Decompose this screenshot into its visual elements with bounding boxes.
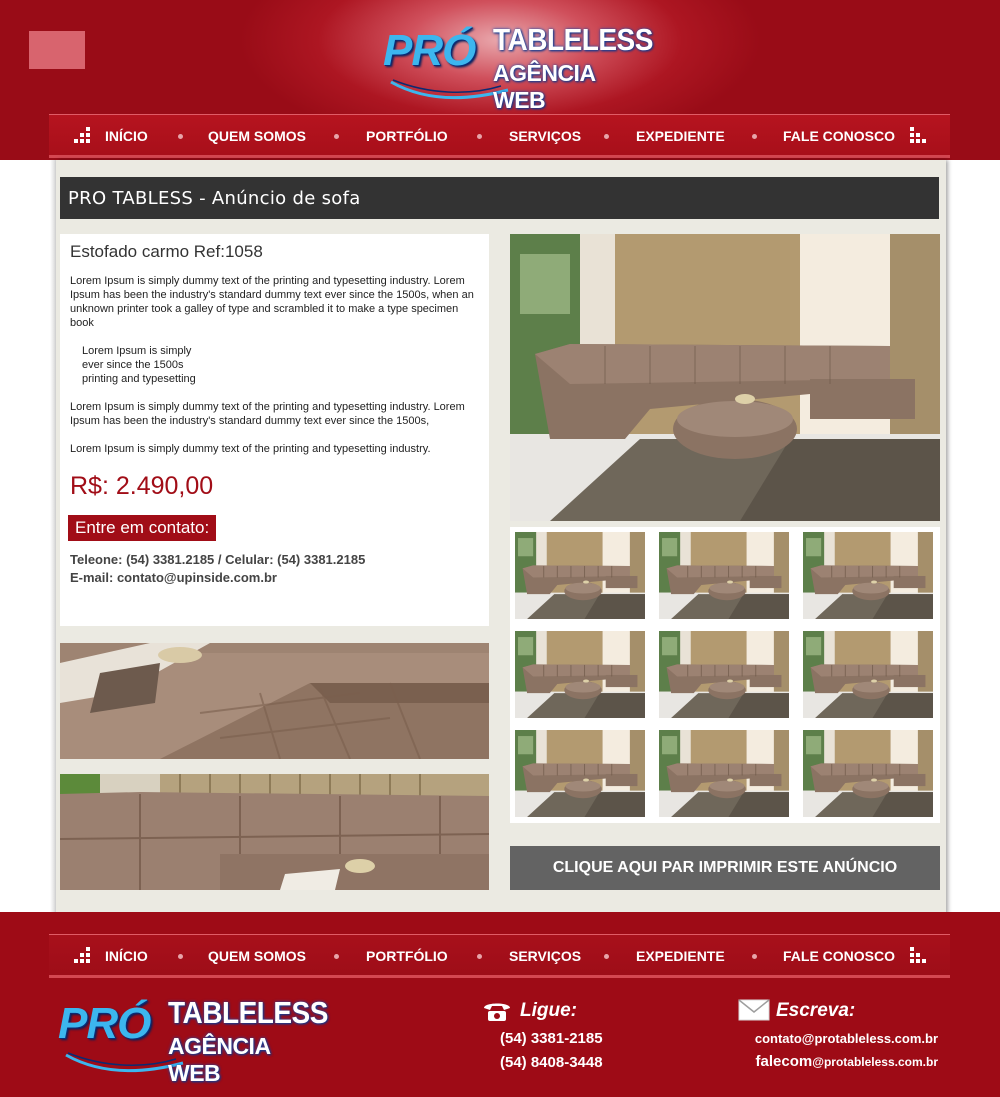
detail-photo-closeup[interactable]: [60, 643, 489, 759]
product-description-2: Lorem Ipsum is simply dummy text of the …: [70, 401, 465, 427]
call-label: Ligue:: [520, 1000, 577, 1021]
product-feature-list: Lorem Ipsum is simply ever since the 150…: [70, 344, 479, 386]
detail-photo-sofa[interactable]: [60, 774, 489, 890]
nav-separator: [178, 134, 183, 139]
logo-agencia-text: AGÊNCIA WEB: [493, 60, 595, 113]
nav-separator: [752, 954, 757, 959]
footer-nav-quem-somos[interactable]: QUEM SOMOS: [208, 948, 306, 964]
list-item: ever since the 1500s: [82, 359, 184, 371]
nav-separator: [477, 134, 482, 139]
product-description-3: Lorem Ipsum is simply dummy text of the …: [70, 443, 431, 455]
nav-item-quem-somos[interactable]: QUEM SOMOS: [208, 128, 306, 144]
product-info-box: Estofado carmo Ref:1058 Lorem Ipsum is s…: [60, 234, 489, 626]
logo-tableless-text: TABLELESS: [493, 22, 653, 57]
thumbnail-6[interactable]: [803, 631, 933, 718]
content-panel: PRO TABLESS - Anúncio de sofa Estofado c…: [56, 160, 946, 916]
thumbnail-4[interactable]: [515, 631, 645, 718]
header-placeholder-block: [29, 31, 85, 69]
product-name: Estofado carmo Ref:1058: [70, 242, 263, 261]
write-label: Escreva:: [776, 1000, 856, 1021]
nav-separator: [752, 134, 757, 139]
nav-separator: [334, 954, 339, 959]
list-item: printing and typesetting: [82, 373, 196, 385]
nav-separator: [604, 954, 609, 959]
nav-steps-right-icon: [910, 947, 927, 964]
footer-email-1[interactable]: contato@protableless.com.br: [755, 1031, 938, 1046]
footer-email-2-domain: @protableless.com.br: [812, 1055, 938, 1069]
list-item: Lorem Ipsum is simply: [82, 345, 192, 357]
footer-nav-expediente[interactable]: EXPEDIENTE: [636, 948, 725, 964]
footer-nav: INÍCIO QUEM SOMOS PORTFÓLIO SERVIÇOS EXP…: [49, 934, 950, 978]
footer-nav-fale-conosco[interactable]: FALE CONOSCO: [783, 948, 895, 964]
nav-separator: [334, 134, 339, 139]
thumbnail-5[interactable]: [659, 631, 789, 718]
contact-email[interactable]: E-mail: contato@upinside.com.br: [70, 569, 479, 587]
main-nav: INÍCIO QUEM SOMOS PORTFÓLIO SERVIÇOS EXP…: [49, 114, 950, 158]
nav-item-expediente[interactable]: EXPEDIENTE: [636, 128, 725, 144]
footer-email-2-user: falecom: [755, 1053, 813, 1070]
footer-email-2[interactable]: falecom@protableless.com.br: [756, 1053, 938, 1071]
nav-item-servicos[interactable]: SERVIÇOS: [509, 128, 581, 144]
thumbnail-2[interactable]: [659, 532, 789, 619]
logo-pro-text: PRÓ: [58, 999, 151, 1048]
logo-tableless-text: TABLELESS: [168, 995, 328, 1030]
logo-pro-text: PRÓ: [383, 26, 476, 75]
thumbnail-9[interactable]: [803, 730, 933, 817]
site-logo[interactable]: PRÓ TABLELESS AGÊNCIA WEB: [383, 22, 653, 113]
footer-phone-2[interactable]: (54) 8408-3448: [500, 1054, 603, 1071]
thumbnail-7[interactable]: [515, 730, 645, 817]
footer-logo[interactable]: PRÓ TABLELESS AGÊNCIA WEB: [58, 995, 328, 1086]
nav-item-inicio[interactable]: INÍCIO: [105, 128, 148, 144]
phone-icon: [484, 1003, 510, 1021]
nav-separator: [477, 954, 482, 959]
thumbnail-3[interactable]: [803, 532, 933, 619]
nav-steps-left-icon: [74, 947, 91, 964]
contact-label: Entre em contato:: [68, 515, 217, 541]
product-description-1: Lorem Ipsum is simply dummy text of the …: [70, 275, 474, 329]
footer-nav-portfolio[interactable]: PORTFÓLIO: [366, 948, 448, 964]
logo-agencia-text: AGÊNCIA WEB: [168, 1033, 270, 1086]
contact-phones: Teleone: (54) 3381.2185 / Celular: (54) …: [70, 552, 366, 567]
nav-separator: [178, 954, 183, 959]
nav-separator: [604, 134, 609, 139]
print-ad-button[interactable]: CLIQUE AQUI PAR IMPRIMIR ESTE ANÚNCIO: [510, 846, 940, 890]
thumbnail-8[interactable]: [659, 730, 789, 817]
footer-nav-inicio[interactable]: INÍCIO: [105, 948, 148, 964]
product-price: R$: 2.490,00: [70, 472, 214, 500]
page-title: PRO TABLESS - Anúncio de sofa: [60, 177, 939, 219]
nav-steps-right-icon: [910, 127, 927, 144]
nav-item-fale-conosco[interactable]: FALE CONOSCO: [783, 128, 895, 144]
footer-phone-1[interactable]: (54) 3381-2185: [500, 1030, 603, 1047]
main-product-photo[interactable]: [510, 234, 940, 521]
envelope-icon: [738, 999, 770, 1021]
nav-steps-left-icon: [74, 127, 91, 144]
footer-nav-servicos[interactable]: SERVIÇOS: [509, 948, 581, 964]
thumbnail-1[interactable]: [515, 532, 645, 619]
nav-item-portfolio[interactable]: PORTFÓLIO: [366, 128, 448, 144]
